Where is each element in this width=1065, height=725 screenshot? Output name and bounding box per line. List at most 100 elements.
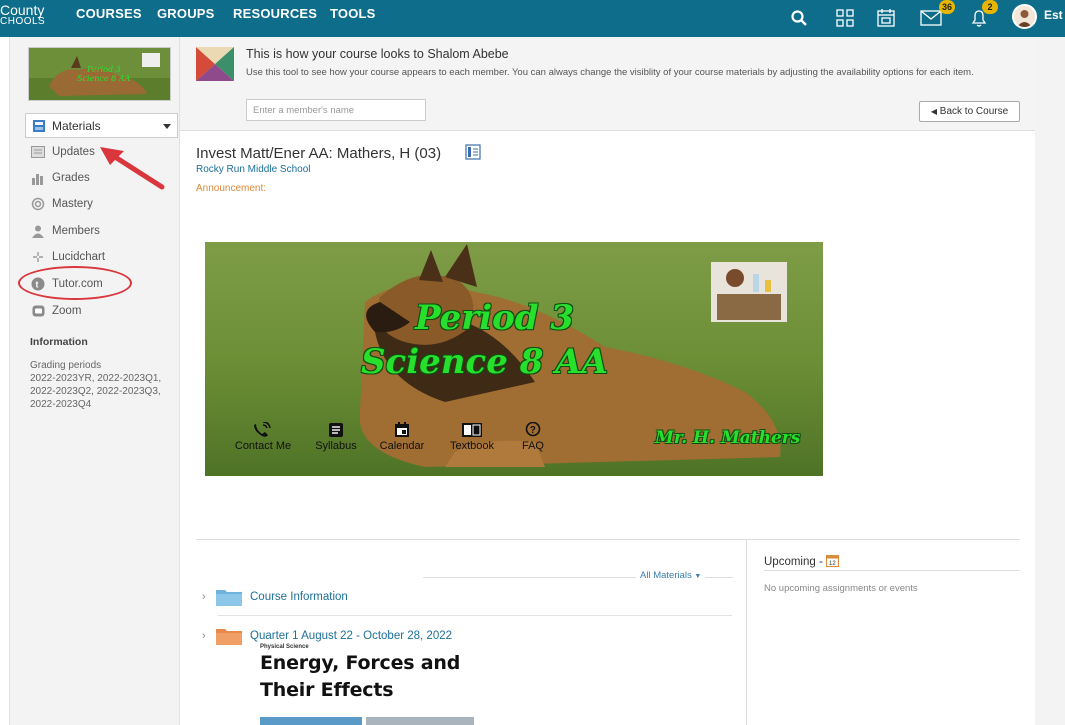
upcoming-heading: Upcoming - 12 [764, 554, 840, 568]
chevron-down-icon: ▼ [694, 573, 702, 580]
folder-icon [216, 627, 242, 645]
contact-me-link[interactable]: Contact Me [228, 422, 298, 452]
preview-photo-strip [260, 717, 474, 725]
materials-dropdown[interactable]: Materials [25, 113, 178, 138]
sidebar-item-zoom[interactable]: Zoom [30, 301, 81, 321]
nav-groups[interactable]: GROUPS [157, 6, 215, 21]
back-to-course-button[interactable]: ◀ Back to Course [919, 101, 1020, 122]
upcoming-calendar-icon[interactable]: 12 [826, 554, 840, 567]
main-content: This is how your course looks to Shalom … [179, 37, 1036, 725]
textbook-label: Textbook [449, 440, 495, 452]
district-logo[interactable]: County CHOOLS [0, 2, 62, 28]
hero-period-text: Period 3 [415, 298, 575, 338]
chevron-right-icon[interactable]: › [202, 630, 216, 642]
calendar-icon [372, 422, 432, 440]
sidebar-item-updates[interactable]: Updates [30, 142, 95, 162]
preview-title-line1: Energy, Forces and [260, 652, 461, 674]
preview-title-line2: Their Effects [260, 679, 394, 701]
textbook-icon [442, 422, 502, 440]
sidebar-item-label: Zoom [52, 305, 82, 317]
chevron-right-icon[interactable]: › [202, 591, 216, 603]
materials-icon [32, 119, 46, 136]
column-divider [746, 540, 747, 725]
folder-divider [218, 615, 732, 616]
section-divider [196, 539, 1020, 540]
lucidchart-icon [30, 249, 46, 265]
members-icon [30, 223, 46, 239]
upcoming-divider [764, 570, 1019, 571]
folder-course-information[interactable]: › Course Information [202, 586, 348, 608]
syllabus-icon [306, 422, 366, 440]
sidebar-item-label: Updates [52, 146, 95, 158]
top-navigation-bar: County CHOOLS COURSES GROUPS RESOURCES T… [0, 0, 1065, 37]
folder-label: Quarter 1 August 22 - October 28, 2022 [250, 630, 453, 642]
calendar-icon[interactable] [873, 5, 899, 31]
course-sidebar: Period 3 Science 8 AA Materials Updates … [10, 37, 179, 725]
notifications-count-badge: 2 [982, 0, 998, 14]
mastery-icon [30, 196, 46, 212]
view-as-banner: This is how your course looks to Shalom … [180, 37, 1036, 131]
sidebar-item-label: Lucidchart [52, 251, 106, 263]
calendar-label: Calendar [379, 440, 425, 452]
course-title: Invest Matt/Ener AA: Mathers, H (03) [196, 145, 442, 162]
sidebar-item-mastery[interactable]: Mastery [30, 194, 93, 214]
view-as-title: This is how your course looks to Shalom … [246, 47, 509, 61]
logo-line2: CHOOLS [0, 16, 46, 27]
folder-preview-image: Physical Science Energy, Forces and Thei… [260, 644, 490, 704]
apps-grid-icon[interactable] [832, 5, 858, 31]
syllabus-link[interactable]: Syllabus [306, 422, 366, 452]
syllabus-label: Syllabus [315, 440, 357, 452]
updates-icon [30, 144, 46, 160]
all-materials-filter[interactable]: All Materials ▼ [636, 570, 706, 581]
grading-periods-line: 2022-2023Q2, 2022-2023Q3, [30, 386, 161, 397]
grades-icon [30, 170, 46, 186]
grading-periods-line: 2022-2023YR, 2022-2023Q1, [30, 373, 162, 384]
left-edge [0, 37, 10, 725]
nav-resources[interactable]: RESOURCES [233, 6, 317, 21]
grading-periods-label: Grading periods [30, 360, 102, 371]
search-icon[interactable] [786, 5, 812, 31]
user-avatar[interactable] [1012, 4, 1037, 29]
right-gutter [1035, 37, 1065, 725]
faq-label: FAQ [521, 440, 544, 452]
chevron-down-icon [163, 124, 171, 129]
all-materials-label: All Materials [640, 570, 692, 581]
logo-line1: County [0, 2, 45, 18]
sidebar-item-label: Members [52, 225, 100, 237]
materials-dropdown-label: Materials [52, 119, 101, 133]
contact-me-label: Contact Me [234, 440, 292, 452]
sidebar-item-grades[interactable]: Grades [30, 168, 90, 188]
red-arrow-annotation [100, 147, 165, 190]
question-icon: ? [513, 422, 553, 440]
user-name[interactable]: Est [1044, 8, 1063, 22]
textbook-link[interactable]: Textbook [442, 422, 502, 452]
upcoming-title: Upcoming - [764, 556, 823, 568]
member-name-input[interactable] [246, 99, 426, 121]
calendar-link[interactable]: Calendar [372, 422, 432, 452]
contact-icon [228, 422, 298, 440]
nav-courses[interactable]: COURSES [76, 6, 142, 21]
sidebar-item-label: Grades [52, 172, 90, 184]
nav-tools[interactable]: TOOLS [330, 6, 376, 21]
caret-left-icon: ◀ [930, 107, 937, 116]
svg-text:Science 8 AA: Science 8 AA [77, 74, 131, 83]
course-thumbnail[interactable]: Period 3 Science 8 AA [28, 47, 171, 101]
view-as-logo-icon [196, 47, 234, 81]
red-circle-annotation [18, 266, 132, 300]
school-name-link[interactable]: Rocky Run Middle School [196, 164, 311, 175]
messages-count-badge: 36 [939, 0, 956, 14]
grading-periods-line: 2022-2023Q4 [30, 399, 92, 410]
information-heading: Information [30, 336, 88, 348]
svg-text:Period 3: Period 3 [86, 65, 121, 74]
course-info-icon[interactable] [465, 144, 481, 165]
folder-icon [216, 588, 242, 606]
course-banner-image: Period 3 Science 8 AA Mr. H. Mathers Con… [205, 242, 823, 476]
zoom-icon [30, 303, 46, 319]
sidebar-item-members[interactable]: Members [30, 221, 100, 241]
view-as-description: Use this tool to see how your course app… [246, 67, 974, 78]
upcoming-empty-text: No upcoming assignments or events [764, 583, 918, 594]
faq-link[interactable]: ? FAQ [513, 422, 553, 452]
announcement-label: Announcement: [196, 183, 267, 194]
sidebar-item-lucidchart[interactable]: Lucidchart [30, 247, 105, 267]
svg-text:?: ? [530, 425, 536, 436]
